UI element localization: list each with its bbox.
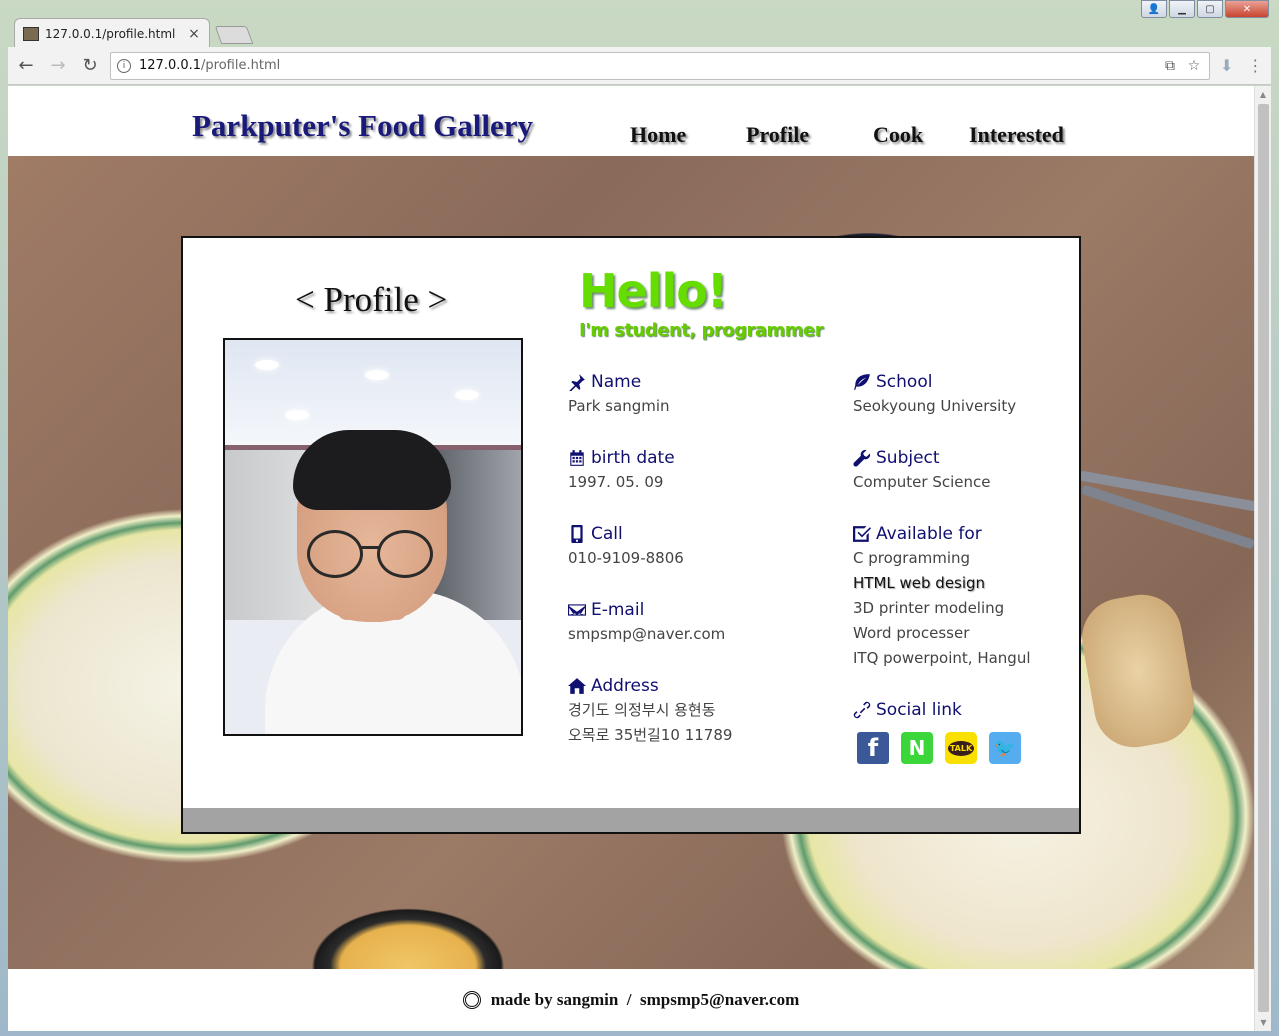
field-label: School: [876, 372, 933, 392]
field-birth-date: birth date 1997. 05. 09: [568, 448, 675, 495]
kakaotalk-label: TALK: [947, 740, 975, 756]
main-nav: Home Profile Cook Interested: [630, 122, 1064, 148]
back-icon[interactable]: ←: [12, 52, 40, 80]
browser-tab[interactable]: 127.0.0.1/profile.html ×: [14, 18, 210, 48]
field-value: Computer Science: [853, 473, 991, 491]
download-icon[interactable]: ⬇: [1220, 56, 1233, 75]
field-name: Name Park sangmin: [568, 372, 670, 419]
favicon-icon: [23, 26, 39, 41]
url-path: /profile.html: [201, 58, 281, 73]
social-links: f N TALK 🐦: [857, 732, 1021, 764]
footer-text: made by sangmin / smpsmp5@naver.com: [490, 990, 800, 1009]
minimize-button[interactable]: ▁: [1169, 0, 1195, 18]
forward-icon[interactable]: →: [44, 52, 72, 80]
copyright-icon: [462, 991, 481, 1009]
nav-cook[interactable]: Cook: [873, 122, 969, 148]
field-value: 3D printer modeling: [853, 599, 1005, 617]
twitter-icon[interactable]: 🐦: [989, 732, 1021, 764]
wrench-icon: [853, 449, 871, 467]
field-call: Call 010-9109-8806: [568, 524, 684, 571]
naver-icon[interactable]: N: [901, 732, 933, 764]
window-controls: 👤 ▁ ▢ ✕: [1141, 0, 1269, 18]
field-email: E-mail smpsmp@naver.com: [568, 600, 725, 647]
scroll-up-icon[interactable]: ▲: [1255, 86, 1271, 103]
scroll-thumb[interactable]: [1258, 104, 1269, 1012]
profile-photo: [223, 338, 523, 736]
browser-toolbar: ← → ↻ i 127.0.0.1/profile.html ⧉ ☆ ⬇ ⋮: [8, 47, 1271, 85]
field-label: Address: [591, 676, 659, 696]
nav-interested[interactable]: Interested: [969, 122, 1064, 148]
card-footer-bar: [183, 808, 1079, 832]
leaf-icon: [854, 374, 870, 390]
nav-profile[interactable]: Profile: [746, 122, 873, 148]
translate-icon[interactable]: ⧉: [1161, 57, 1179, 75]
field-value: 경기도 의정부시 용현동: [568, 701, 716, 719]
title-bar: 127.0.0.1/profile.html × 👤 ▁ ▢ ✕: [0, 0, 1279, 48]
pin-icon: [569, 374, 585, 391]
field-available-for: Available for C programming HTML web des…: [853, 524, 1031, 671]
user-icon[interactable]: 👤: [1141, 0, 1167, 18]
address-bar[interactable]: i 127.0.0.1/profile.html ⧉ ☆: [110, 51, 1210, 80]
field-value: 1997. 05. 09: [568, 473, 664, 491]
maximize-button[interactable]: ▢: [1197, 0, 1223, 18]
page-viewport: Parkputer's Food Gallery Home Profile Co…: [8, 86, 1254, 1031]
site-header: Parkputer's Food Gallery Home Profile Co…: [8, 86, 1254, 156]
browser-window: 127.0.0.1/profile.html × 👤 ▁ ▢ ✕ ← → ↻ i…: [0, 0, 1279, 1036]
field-label: Social link: [876, 700, 962, 720]
field-value: Word processer: [853, 624, 970, 642]
facebook-icon[interactable]: f: [857, 732, 889, 764]
field-address: Address 경기도 의정부시 용현동 오목로 35번길10 11789: [568, 676, 732, 748]
menu-icon[interactable]: ⋮: [1247, 56, 1263, 75]
hello-subtitle: I'm student, programmer: [579, 320, 824, 341]
tab-title: 127.0.0.1/profile.html: [45, 26, 176, 41]
reload-icon[interactable]: ↻: [76, 52, 104, 80]
checkbox-icon: [853, 526, 871, 542]
field-value: Park sangmin: [568, 397, 670, 415]
site-footer: made by sangmin / smpsmp5@naver.com: [8, 969, 1254, 1031]
phone-icon: [571, 525, 583, 543]
field-value: smpsmp@naver.com: [568, 625, 726, 643]
url-host: 127.0.0.1: [139, 58, 202, 73]
hello-heading: Hello!: [579, 264, 728, 318]
envelope-icon: [568, 604, 586, 616]
scrollbar[interactable]: ▲ ▼: [1254, 86, 1271, 1031]
bread-decoration: [1075, 588, 1201, 754]
star-icon[interactable]: ☆: [1185, 57, 1203, 75]
nav-home[interactable]: Home: [630, 122, 746, 148]
site-title[interactable]: Parkputer's Food Gallery: [192, 108, 533, 144]
link-icon: [853, 701, 871, 719]
calendar-icon: [570, 450, 584, 466]
field-label: birth date: [591, 448, 675, 468]
field-value: 010-9109-8806: [568, 549, 684, 567]
field-label: Name: [591, 372, 642, 392]
close-window-button[interactable]: ✕: [1225, 0, 1269, 18]
field-value-highlight: HTML web design: [853, 574, 986, 592]
new-tab-button[interactable]: [214, 26, 254, 44]
field-value: Seokyoung University: [853, 397, 1017, 415]
field-label: Available for: [876, 524, 982, 544]
field-social-link: Social link f N TALK 🐦: [853, 700, 1021, 764]
scroll-down-icon[interactable]: ▼: [1255, 1014, 1272, 1031]
profile-heading: < Profile >: [295, 280, 448, 319]
home-icon: [568, 678, 586, 694]
info-icon[interactable]: i: [117, 58, 131, 73]
url-text[interactable]: 127.0.0.1/profile.html: [139, 58, 1155, 73]
field-value: ITQ powerpoint, Hangul: [853, 649, 1031, 667]
field-subject: Subject Computer Science: [853, 448, 990, 495]
field-label: E-mail: [591, 600, 645, 620]
kakaotalk-icon[interactable]: TALK: [945, 732, 977, 764]
tab-close-icon[interactable]: ×: [187, 26, 201, 42]
field-school: School Seokyoung University: [853, 372, 1016, 419]
field-value: C programming: [853, 549, 971, 567]
field-label: Call: [591, 524, 623, 544]
field-label: Subject: [876, 448, 940, 468]
profile-card: < Profile > Hello! I'm student, programm…: [181, 236, 1081, 834]
field-value: 오목로 35번길10 11789: [568, 726, 733, 744]
